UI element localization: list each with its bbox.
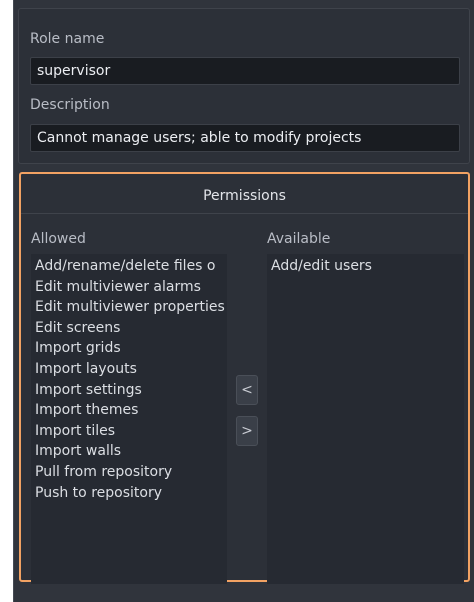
list-item[interactable]: Import grids: [31, 338, 227, 359]
permissions-group: Permissions Allowed Available Add/rename…: [19, 172, 470, 584]
role-name-label: Role name: [30, 31, 105, 47]
list-item[interactable]: Add/edit users: [267, 256, 464, 277]
list-item[interactable]: Edit screens: [31, 318, 227, 339]
available-permissions-list[interactable]: Add/edit users: [267, 254, 464, 584]
list-item[interactable]: Import settings: [31, 380, 227, 401]
allowed-permissions-list[interactable]: Add/rename/delete files o Edit multiview…: [31, 254, 227, 584]
add-permission-button[interactable]: <: [236, 375, 258, 405]
remove-permission-button[interactable]: >: [236, 416, 258, 446]
description-input[interactable]: Cannot manage users; able to modify proj…: [30, 124, 460, 152]
role-details-group: Role name supervisor Description Cannot …: [18, 8, 470, 164]
list-item[interactable]: Pull from repository: [31, 462, 227, 483]
role-editor-panel: Role name supervisor Description Cannot …: [13, 0, 474, 602]
available-label: Available: [267, 231, 331, 247]
list-item[interactable]: Import walls: [31, 441, 227, 462]
description-label: Description: [30, 97, 110, 113]
list-item[interactable]: Add/rename/delete files o: [31, 256, 227, 277]
allowed-label: Allowed: [31, 231, 86, 247]
list-item[interactable]: Import layouts: [31, 359, 227, 380]
role-name-input[interactable]: supervisor: [30, 57, 460, 85]
list-item[interactable]: Edit multiviewer alarms: [31, 277, 227, 298]
permissions-title: Permissions: [21, 174, 468, 214]
list-item[interactable]: Edit multiviewer properties: [31, 297, 227, 318]
list-item[interactable]: Push to repository: [31, 483, 227, 504]
list-item[interactable]: Import themes: [31, 400, 227, 421]
list-item[interactable]: Import tiles: [31, 421, 227, 442]
